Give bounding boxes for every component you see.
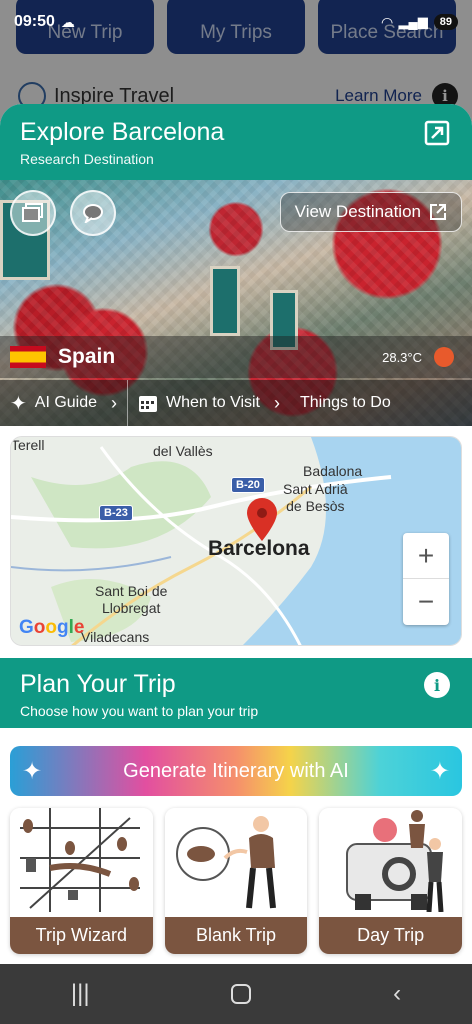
sparkle-icon: ✦ (22, 757, 43, 785)
ai-guide-label: AI Guide (34, 394, 98, 411)
sparkle-icon: ✦ (429, 757, 450, 785)
zoom-in-button[interactable]: + (403, 533, 449, 579)
view-destination-label: View Destination (294, 202, 421, 221)
system-nav-bar: ||| ‹ (0, 964, 472, 1024)
map-label-viladecans: Viladecans (81, 629, 150, 645)
day-trip-illustration (319, 808, 463, 917)
generate-itinerary-label: Generate Itinerary with AI (123, 759, 349, 782)
country-bar: Spain 28.3°C (0, 336, 472, 378)
zoom-controls: + − (403, 533, 449, 625)
map-label-sant-boi: Sant Boi de Llobregat (95, 583, 168, 616)
home-icon[interactable] (231, 984, 252, 1004)
explore-title: Explore Barcelona (20, 118, 225, 146)
calendar-icon (139, 396, 158, 412)
ai-guide-button[interactable]: ✦ AI Guide › (0, 380, 129, 426)
info-icon[interactable]: i (424, 672, 450, 698)
temperature: 28.3°C (382, 349, 422, 365)
map-label-terell: Terell (11, 437, 45, 453)
chevron-right-icon: › (274, 392, 280, 413)
zoom-out-button[interactable]: − (403, 579, 449, 625)
gallery-icon (22, 203, 43, 222)
trip-wizard-card[interactable]: Trip Wizard (10, 808, 153, 954)
cloud-icon: ☁ (60, 13, 75, 30)
expand-icon[interactable] (424, 120, 450, 146)
destination-map[interactable]: Terell del Vallès Badalona Sant Adrià de… (10, 436, 462, 646)
chat-button[interactable] (70, 190, 116, 236)
blank-trip-label: Blank Trip (164, 917, 308, 954)
explore-subtitle: Research Destination (20, 151, 154, 167)
things-to-do-label: Things to Do (300, 394, 391, 411)
recent-apps-icon[interactable]: ||| (71, 980, 90, 1008)
things-to-do-button[interactable]: Things to Do (290, 380, 401, 426)
gallery-button[interactable] (10, 190, 56, 236)
back-icon[interactable]: ‹ (393, 980, 401, 1008)
sun-icon (434, 347, 454, 367)
google-logo: Google (19, 617, 85, 638)
explore-sheet: Explore Barcelona Research Destination V… (0, 104, 472, 964)
battery-indicator: 89 (433, 14, 458, 30)
map-pin-icon[interactable] (245, 497, 279, 543)
day-trip-card[interactable]: Day Trip (319, 808, 463, 954)
window-decor (210, 266, 240, 336)
chevron-right-icon: › (111, 392, 118, 413)
guide-bar: ✦ AI Guide › When to Visit › Things to D… (0, 380, 472, 426)
flag-icon (10, 346, 46, 368)
status-time: 09:50 (14, 13, 55, 30)
road-shield-b23: B-23 (99, 505, 133, 521)
status-bar: 09:50 ☁ ◠ ▂▄▆ 89 (0, 8, 472, 36)
external-link-icon (430, 204, 446, 220)
destination-hero-image: View Destination Spain 28.3°C ✦ AI Guide… (0, 180, 472, 426)
trip-wizard-label: Trip Wizard (10, 917, 153, 954)
sparkle-icon: ✦ (10, 392, 27, 415)
map-label-badalona: Badalona (303, 463, 363, 479)
day-trip-label: Day Trip (319, 917, 463, 954)
generate-itinerary-button[interactable]: ✦ Generate Itinerary with AI ✦ (10, 746, 462, 796)
plan-title: Plan Your Trip (20, 670, 176, 698)
chat-icon (83, 204, 103, 223)
view-destination-button[interactable]: View Destination (279, 192, 462, 232)
wifi-icon: ◠ (381, 13, 393, 30)
blank-trip-card[interactable]: Blank Trip (164, 808, 308, 954)
signal-icon: ▂▄▆ (398, 14, 428, 29)
plan-options: Trip Wizard Blank Trip Day Trip (10, 808, 463, 954)
blank-trip-illustration (164, 808, 308, 917)
map-label-sant-adria: Sant Adrià de Besòs (283, 481, 348, 514)
when-to-visit-button[interactable]: When to Visit › (128, 380, 290, 426)
trip-wizard-illustration (10, 808, 153, 917)
explore-header: Explore Barcelona Research Destination (0, 104, 472, 180)
plan-header: Plan Your Trip Choose how you want to pl… (0, 658, 472, 728)
when-to-visit-label: When to Visit (166, 394, 260, 411)
road-shield-b20: B-20 (231, 477, 265, 493)
map-label-valles: del Vallès (153, 443, 213, 459)
country-name: Spain (58, 345, 116, 368)
plan-subtitle: Choose how you want to plan your trip (20, 703, 259, 719)
